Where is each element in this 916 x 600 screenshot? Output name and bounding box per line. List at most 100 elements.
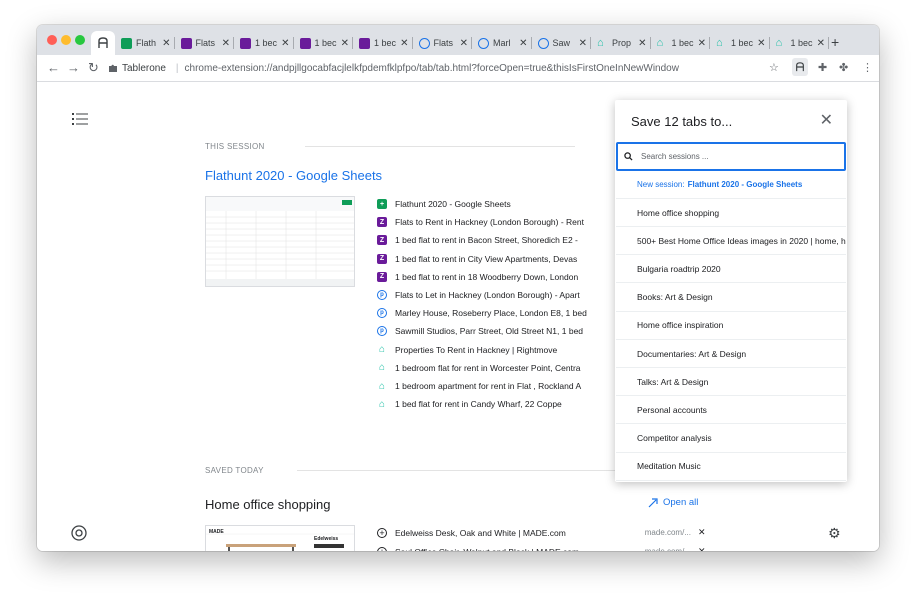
session-option[interactable]: Talks: Art & Design [616, 368, 846, 397]
close-tab-icon[interactable]: ✕ [698, 38, 706, 49]
house-icon: ⌂ [716, 36, 723, 49]
back-button[interactable]: ← [47, 60, 60, 75]
new-session-option[interactable]: New session: Flathunt 2020 - Google Shee… [616, 171, 846, 199]
list-item[interactable]: p Marley House, Roseberry Place, London E… [377, 305, 587, 321]
session-option[interactable]: Home office inspiration [616, 312, 846, 340]
session-option[interactable]: Books: Art & Design [616, 284, 846, 312]
zoopla-icon: Z [377, 253, 387, 264]
tab-item[interactable]: 1 bec ✕ [234, 31, 294, 55]
close-tab-icon[interactable]: ✕ [579, 38, 587, 49]
tab-title: 1 bec [790, 38, 813, 48]
close-window-button[interactable] [47, 35, 57, 45]
list-item[interactable]: ⌂ Properties To Rent in Hackney | Rightmo… [377, 342, 557, 358]
tab-item[interactable]: 1 bec ✕ [294, 31, 353, 55]
search-sessions-input[interactable] [639, 151, 833, 162]
list-item[interactable]: Z 1 bed flat to rent in Bacon Street, Sho… [377, 232, 578, 248]
list-item[interactable]: + Flathunt 2020 - Google Sheets [377, 196, 511, 212]
session-option[interactable]: 500+ Best Home Office Ideas images in 20… [616, 227, 846, 256]
tab-title: Flath [136, 38, 157, 48]
address-bar[interactable]: Tablerone | chrome-extension://andpjllgo… [108, 58, 788, 78]
session-thumbnail[interactable] [205, 196, 355, 287]
reload-button[interactable]: ↻ [88, 60, 99, 76]
list-item-title: Saul Office Chair, Walnut and Black | MA… [395, 547, 579, 552]
session-option[interactable]: Meditation Music [616, 453, 846, 481]
list-item[interactable]: ⌂ 1 bed flat for rent in Candy Wharf, 22 … [377, 396, 562, 412]
list-item-title: 1 bed flat to rent in City View Apartmen… [395, 253, 578, 264]
close-tab-icon[interactable]: ✕ [638, 38, 646, 49]
close-icon[interactable]: ✕ [820, 110, 833, 130]
close-tab-icon[interactable]: ✕ [222, 38, 230, 49]
close-tab-icon[interactable]: ✕ [400, 38, 408, 49]
list-item[interactable]: Z 1 bed flat to rent in 18 Woodberry Down… [377, 269, 578, 285]
list-item-title: Flathunt 2020 - Google Sheets [395, 199, 511, 209]
close-tab-icon[interactable]: ✕ [460, 38, 468, 49]
forward-button[interactable]: → [67, 60, 80, 75]
extensions-puzzle-icon[interactable]: ✚ [818, 61, 827, 74]
saved-session-title[interactable]: Home office shopping [205, 497, 331, 512]
close-tab-icon[interactable]: ✕ [341, 38, 349, 49]
list-item[interactable]: p Flats to Let in Hackney (London Borough… [377, 287, 580, 303]
tab-item[interactable]: ⌂ Prop ✕ [591, 31, 651, 55]
tab-item[interactable]: Marl ✕ [472, 31, 532, 55]
close-tab-icon[interactable]: ✕ [281, 38, 289, 49]
extension-icon[interactable]: ✤ [839, 61, 848, 74]
tab-title: Flats [433, 38, 454, 48]
sheets-icon: + [377, 199, 387, 209]
session-option[interactable]: Competitor analysis [616, 425, 846, 453]
new-session-prefix: New session: [637, 180, 685, 189]
remove-item-icon[interactable]: ✕ [698, 527, 706, 538]
list-item[interactable]: + Saul Office Chair, Walnut and Black | M… [377, 544, 579, 552]
tab-item[interactable]: Flats ✕ [175, 31, 234, 55]
list-item-title: Flats to Let in Hackney (London Borough)… [395, 290, 580, 300]
session-option[interactable]: Personal accounts [616, 396, 846, 425]
bookmark-star-icon[interactable]: ☆ [769, 61, 779, 74]
circle-plus-icon: + [377, 546, 387, 551]
list-item-title: 1 bed flat for rent in Candy Wharf, 22 C… [395, 399, 562, 410]
close-tab-icon[interactable]: ✕ [757, 38, 765, 49]
tab-tablerone[interactable] [91, 31, 115, 55]
help-lifebuoy-icon[interactable] [71, 525, 87, 544]
close-tab-icon[interactable]: ✕ [519, 38, 527, 49]
tab-item[interactable]: 1 bec ✕ [353, 31, 413, 55]
open-all-link[interactable]: Open all [648, 497, 698, 508]
tab-title: 1 bec [671, 38, 694, 48]
remove-item-icon[interactable]: ✕ [698, 546, 706, 552]
zoopla-icon [240, 37, 251, 49]
tablerone-extension-button[interactable] [792, 58, 808, 76]
list-item-title: 1 bedroom flat for rent in Worcester Poi… [395, 362, 581, 373]
this-session-title[interactable]: Flathunt 2020 - Google Sheets [205, 168, 382, 183]
circle-p-icon: p [377, 290, 387, 300]
new-tab-button[interactable]: + [831, 34, 839, 50]
open-all-label: Open all [663, 497, 699, 508]
tab-item[interactable]: Saw ✕ [532, 31, 591, 55]
circle-plus-icon: + [377, 528, 387, 538]
list-item[interactable]: + Edelweiss Desk, Oak and White | MADE.co… [377, 525, 566, 541]
list-item-title: Flats to Rent in Hackney (London Borough… [395, 217, 584, 228]
list-item[interactable]: ⌂ 1 bedroom apartment for rent in Flat , … [377, 378, 581, 394]
menu-kebab-icon[interactable]: ⋮ [862, 61, 873, 74]
maximize-window-button[interactable] [75, 35, 85, 45]
session-option[interactable]: Home office shopping [616, 199, 846, 227]
house-icon: ⌂ [775, 36, 783, 49]
list-item[interactable]: p Sawmill Studios, Parr Street, Old Stree… [377, 323, 583, 339]
list-item[interactable]: ⌂ 1 bedroom flat for rent in Worcester Po… [377, 360, 581, 376]
house-icon: ⌂ [378, 398, 386, 410]
session-option[interactable]: Documentaries: Art & Design [616, 340, 846, 368]
tab-item[interactable]: Flats ✕ [413, 31, 472, 55]
tablerone-icon [796, 62, 804, 72]
close-tab-icon[interactable]: ✕ [162, 38, 170, 49]
settings-gear-icon[interactable]: ⚙ [828, 525, 841, 542]
tab-item[interactable]: ⌂ 1 bec ✕ [770, 31, 829, 55]
tab-item[interactable]: Flath ✕ [115, 31, 175, 55]
house-icon: ⌂ [378, 344, 386, 356]
close-tab-icon[interactable]: ✕ [817, 38, 825, 49]
tab-item[interactable]: ⌂ 1 bec ✕ [710, 31, 770, 55]
tab-item[interactable]: ⌂ 1 bec ✕ [651, 31, 710, 55]
list-view-icon[interactable] [72, 112, 88, 129]
minimize-window-button[interactable] [61, 35, 71, 45]
list-item-title: Edelweiss Desk, Oak and White | MADE.com [395, 528, 566, 538]
list-item[interactable]: Z Flats to Rent in Hackney (London Boroug… [377, 214, 584, 230]
list-item[interactable]: Z 1 bed flat to rent in City View Apartme… [377, 251, 577, 267]
session-option[interactable]: Bulgaria roadtrip 2020 [616, 255, 846, 284]
saved-session-thumbnail[interactable]: MADE Edelweiss [205, 525, 355, 551]
